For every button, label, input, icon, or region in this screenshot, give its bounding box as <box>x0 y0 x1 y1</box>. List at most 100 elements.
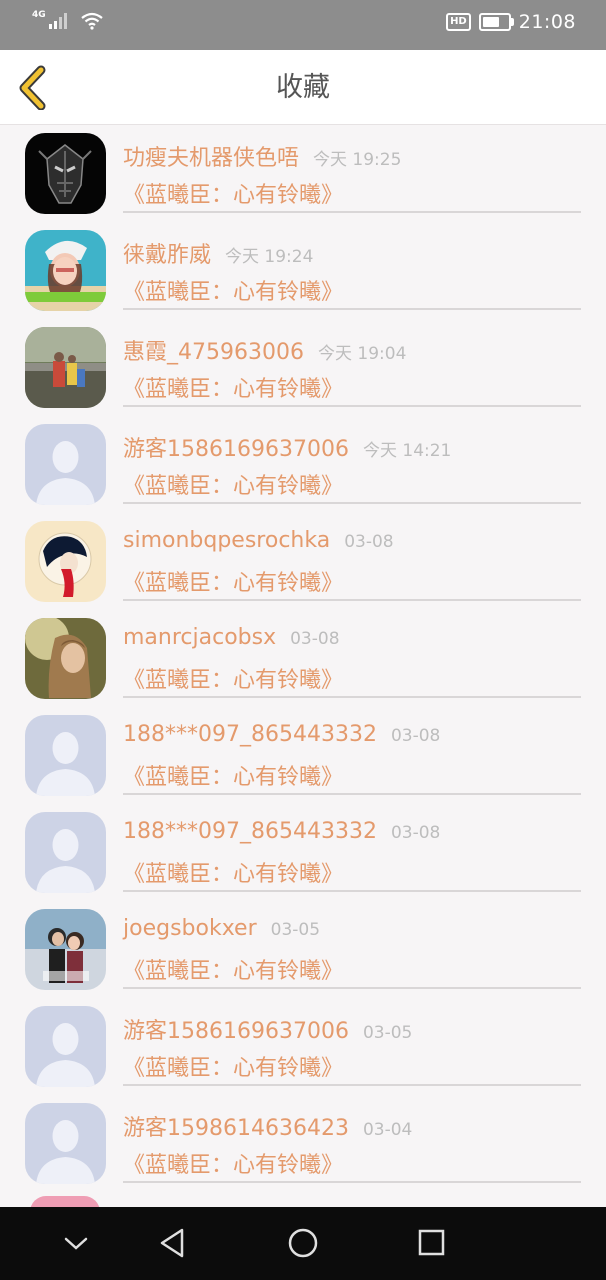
divider <box>123 1084 581 1086</box>
avatar[interactable] <box>25 812 106 893</box>
user-name-text: 游客1586169637006 <box>123 437 349 462</box>
user-name: manrcjacobsx 03-08 <box>123 625 340 650</box>
avatar[interactable] <box>25 327 106 408</box>
default-avatar-image <box>25 715 106 796</box>
home-circle-icon <box>288 1228 318 1258</box>
avatar[interactable] <box>25 715 106 796</box>
item-title: 《蓝曦臣：心有铃曦》 <box>123 377 344 402</box>
timestamp: 03-08 <box>344 532 394 552</box>
list-item[interactable]: 游客1598614636423 03-04 《蓝曦臣：心有铃曦》 <box>0 1094 606 1191</box>
user-name: joegsbokxer 03-05 <box>123 916 320 941</box>
timestamp: 今天 19:04 <box>317 344 407 364</box>
user-name-text: 游客1598614636423 <box>123 1116 349 1141</box>
robot-avatar-image <box>25 133 106 214</box>
user-name: 188***097_865443332 03-08 <box>123 819 440 844</box>
user-name: 功瘦夫机器侠色唔 今天 19:25 <box>123 140 401 172</box>
user-name-text: 惠霞_475963006 <box>123 340 304 365</box>
woman-portrait-avatar-image <box>25 618 106 699</box>
divider <box>123 793 581 795</box>
timestamp: 今天 19:24 <box>225 247 314 267</box>
ink-girl-avatar-image <box>25 521 106 602</box>
user-name-text: simonbqpesrochka <box>123 528 331 553</box>
status-time: 21:08 <box>518 11 576 33</box>
nav-chevron-down-button[interactable] <box>56 1223 96 1263</box>
avatar[interactable] <box>25 1103 106 1184</box>
user-name-text: 游客1586169637006 <box>123 1019 349 1044</box>
wifi-icon <box>80 12 103 30</box>
nav-home-button[interactable] <box>283 1223 323 1263</box>
default-avatar-image <box>25 812 106 893</box>
status-left: 4G <box>32 10 104 30</box>
avatar[interactable] <box>25 521 106 602</box>
divider <box>123 890 581 892</box>
user-name: simonbqpesrochka 03-08 <box>123 528 394 553</box>
user-name: 游客1586169637006 03-05 <box>123 1013 412 1045</box>
user-name: 游客1598614636423 03-04 <box>123 1110 412 1142</box>
timestamp: 03-05 <box>270 920 321 940</box>
item-title: 《蓝曦臣：心有铃曦》 <box>123 474 344 499</box>
divider <box>123 599 581 601</box>
user-name-text: joegsbokxer <box>123 916 257 941</box>
timestamp: 03-08 <box>290 629 340 649</box>
recents-square-icon <box>418 1229 445 1256</box>
back-triangle-icon <box>160 1228 184 1258</box>
list-item[interactable]: joegsbokxer 03-05 《蓝曦臣：心有铃曦》 <box>0 900 606 997</box>
timestamp: 今天 14:21 <box>362 441 452 461</box>
list-item[interactable]: 惠霞_475963006 今天 19:04 《蓝曦臣：心有铃曦》 <box>0 318 606 415</box>
item-title: 《蓝曦臣：心有铃曦》 <box>123 183 344 208</box>
list-item[interactable]: 功瘦夫机器侠色唔 今天 19:25 《蓝曦臣：心有铃曦》 <box>0 124 606 221</box>
divider <box>123 308 581 310</box>
nav-recents-button[interactable] <box>411 1223 451 1263</box>
item-title: 《蓝曦臣：心有铃曦》 <box>123 280 344 305</box>
divider <box>123 502 581 504</box>
avatar[interactable] <box>25 1006 106 1087</box>
user-name-text: 徕戴胙威 <box>123 243 212 268</box>
default-avatar-image <box>25 1006 106 1087</box>
avatar[interactable] <box>25 618 106 699</box>
list-item[interactable]: 188***097_865443332 03-08 《蓝曦臣：心有铃曦》 <box>0 803 606 900</box>
avatar[interactable] <box>25 424 106 505</box>
status-bar: 4G HD 21:08 <box>0 0 606 50</box>
status-right: HD 21:08 <box>446 11 576 33</box>
user-name: 徕戴胙威 今天 19:24 <box>123 237 313 269</box>
navigation-bar <box>0 1207 606 1280</box>
list-item[interactable]: 徕戴胙威 今天 19:24 《蓝曦臣：心有铃曦》 <box>0 221 606 318</box>
default-avatar-image <box>25 1103 106 1184</box>
avatar[interactable] <box>25 230 106 311</box>
list-item[interactable]: simonbqpesrochka 03-08 《蓝曦臣：心有铃曦》 <box>0 512 606 609</box>
timestamp: 03-08 <box>390 726 441 746</box>
divider <box>123 696 581 698</box>
divider <box>123 211 581 213</box>
divider <box>123 1181 581 1183</box>
divider <box>123 405 581 407</box>
list-item[interactable]: 游客1586169637006 03-05 《蓝曦臣：心有铃曦》 <box>0 997 606 1094</box>
battery-icon <box>478 13 514 31</box>
favorites-list: 功瘦夫机器侠色唔 今天 19:25 《蓝曦臣：心有铃曦》 徕戴胙威 今天 19:24… <box>0 124 606 1207</box>
hd-badge: HD <box>446 13 471 31</box>
family-photo-avatar-image <box>25 327 106 408</box>
user-name-text: 功瘦夫机器侠色唔 <box>123 146 300 171</box>
user-name: 游客1586169637006 今天 14:21 <box>123 431 451 463</box>
next-avatar-peek <box>30 1196 100 1207</box>
timestamp: 03-08 <box>390 823 441 843</box>
couple-avatar-image <box>25 909 106 990</box>
list-item[interactable]: manrcjacobsx 03-08 《蓝曦臣：心有铃曦》 <box>0 609 606 706</box>
signal-icon <box>48 13 67 29</box>
list-item[interactable]: 游客1586169637006 今天 14:21 《蓝曦臣：心有铃曦》 <box>0 415 606 512</box>
item-title: 《蓝曦臣：心有铃曦》 <box>123 959 344 984</box>
item-title: 《蓝曦臣：心有铃曦》 <box>123 1056 344 1081</box>
avatar[interactable] <box>25 133 106 214</box>
user-name: 惠霞_475963006 今天 19:04 <box>123 334 406 366</box>
item-title: 《蓝曦臣：心有铃曦》 <box>123 862 344 887</box>
item-title: 《蓝曦臣：心有铃曦》 <box>123 668 344 693</box>
timestamp: 03-05 <box>362 1023 413 1043</box>
avatar[interactable] <box>25 909 106 990</box>
list-item[interactable]: 188***097_865443332 03-08 《蓝曦臣：心有铃曦》 <box>0 706 606 803</box>
nav-back-button[interactable] <box>153 1223 193 1263</box>
default-avatar-image <box>25 424 106 505</box>
timestamp: 今天 19:25 <box>313 150 402 170</box>
user-name-text: 188***097_865443332 <box>123 819 377 844</box>
network-type: 4G <box>32 10 46 20</box>
header-bar: 收藏 <box>0 50 606 125</box>
girl-hat-avatar-image <box>25 230 106 311</box>
